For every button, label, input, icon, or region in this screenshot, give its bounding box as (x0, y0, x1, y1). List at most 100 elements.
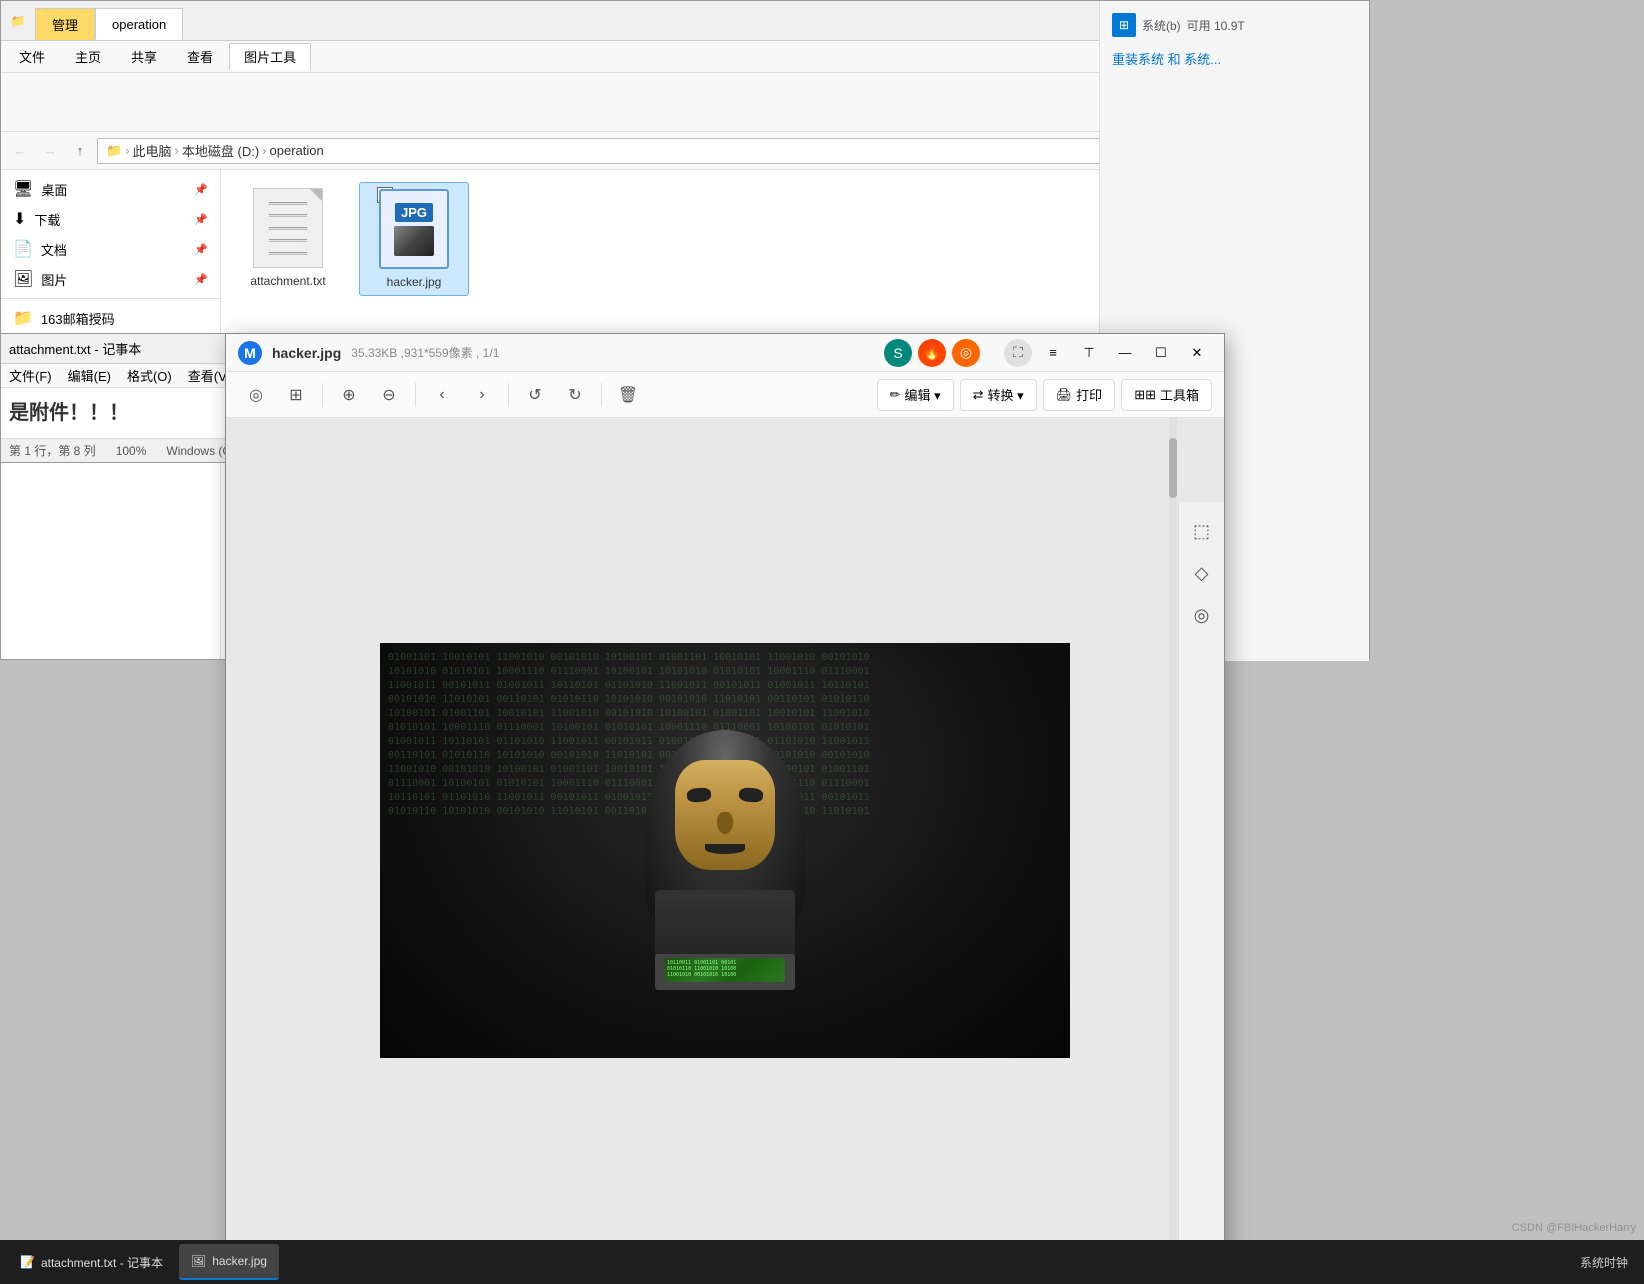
download-icon: ⬇ (13, 209, 26, 229)
menu-file[interactable]: 文件(F) (9, 366, 52, 385)
menu-edit[interactable]: 编辑(E) (68, 366, 111, 385)
toolbox-button[interactable]: ⊞⊞ 工具箱 (1121, 379, 1212, 411)
sidebar-item-163[interactable]: 📁 163邮箱授码 (1, 303, 220, 333)
print-button[interactable]: 🖨 打印 (1043, 379, 1116, 411)
laptop-base: 10110011 01001101 0010101010110 11001010… (655, 954, 795, 990)
viewer-fileinfo: 35.33KB ,931*559像素 , 1/1 (351, 344, 499, 361)
viewer-side-panel: ⬚ ◇ ◎ ▾ (1178, 502, 1224, 1282)
txt-icon-wrapper: ══════════════════════════════ (253, 188, 323, 268)
nose (717, 812, 733, 834)
rotate-left-btn[interactable]: ↺ (517, 377, 553, 413)
notepad-taskbar-icon: 📝 (20, 1255, 35, 1269)
cursor-position: 第 1 行，第 8 列 (9, 442, 96, 459)
mouth (705, 844, 745, 854)
zoom-level: 100% (116, 444, 147, 458)
right-eye (738, 787, 763, 803)
address-bar[interactable]: 📁 › 此电脑 › 本地磁盘 (D:) › operation ▾ (97, 138, 1149, 164)
taskbar: 📝 attachment.txt - 记事本 🖼 hacker.jpg 系统时钟 (0, 1240, 1644, 1284)
jpg-file-icon: JPG (379, 189, 449, 269)
zoom-out-btn[interactable]: ⊖ (371, 377, 407, 413)
rotate-right-btn[interactable]: ↻ (557, 377, 593, 413)
rotate-tool-btn[interactable]: ◎ (1185, 598, 1219, 632)
desktop-icon: 🖥 (13, 179, 33, 199)
scrollbar[interactable] (1169, 418, 1177, 1282)
nav-back[interactable]: ← (7, 138, 33, 164)
pin-icon-4: 📌 (194, 273, 208, 286)
tab-manage[interactable]: 管理 (35, 8, 95, 40)
tab-view[interactable]: 查看 (173, 43, 227, 71)
file-item-jpg[interactable]: ✓ JPG hacker.jpg (359, 182, 469, 296)
crop-tool-btn[interactable]: ⬚ (1185, 514, 1219, 548)
sidebar-item-pictures[interactable]: 🖼 图片 📌 (1, 264, 220, 294)
viewer-taskbar-icon: 🖼 (191, 1254, 206, 1268)
tab-share[interactable]: 共享 (117, 43, 171, 71)
viewer-minimize[interactable]: — (1110, 341, 1140, 365)
jpg-icon-wrapper: ✓ JPG (379, 189, 449, 269)
viewer-icon-teal[interactable]: S (884, 339, 912, 367)
toolbox-icon: ⊞⊞ (1134, 387, 1156, 403)
pin-icon-3: 📌 (194, 243, 208, 256)
jpg-file-name: hacker.jpg (387, 275, 442, 289)
nav-up[interactable]: ↑ (67, 138, 93, 164)
viewer-icon-orange[interactable]: ◎ (952, 339, 980, 367)
pin-icon: 📌 (194, 183, 208, 196)
viewer-icon-red[interactable]: 🔥 (918, 339, 946, 367)
file-item-txt[interactable]: ══════════════════════════════ attachmen… (233, 182, 343, 296)
print-icon: 🖨 (1056, 387, 1073, 403)
sidebar-item-download[interactable]: ⬇ 下载 📌 (1, 204, 220, 234)
tab-operation[interactable]: operation (95, 8, 183, 40)
address-icon: 📁 (106, 143, 122, 159)
toolbar-sep-4 (601, 383, 602, 407)
prev-btn[interactable]: ‹ (424, 377, 460, 413)
jpg-badge: JPG (395, 203, 433, 222)
taskbar-time: 系统时钟 (1580, 1254, 1628, 1271)
toolbar-sep-1 (322, 383, 323, 407)
toolbar-sep-3 (508, 383, 509, 407)
menu-format[interactable]: 格式(O) (127, 366, 172, 385)
viewer-title-controls: S 🔥 ◎ ⛶ ≡ ⊤ — ☐ ✕ (884, 339, 1212, 367)
viewer-menu-btn[interactable]: ≡ (1038, 341, 1068, 365)
next-btn[interactable]: › (464, 377, 500, 413)
viewer-close[interactable]: ✕ (1182, 341, 1212, 365)
pin-icon-2: 📌 (194, 213, 208, 226)
sidebar-item-desktop[interactable]: 🖥 桌面 📌 (1, 174, 220, 204)
sidebar-divider (1, 298, 220, 299)
hacker-image: 01001101 10010101 11001010 00101010 1010… (380, 643, 1070, 1058)
viewer-filename: hacker.jpg (272, 345, 341, 361)
address-pc: 此电脑 (133, 141, 172, 160)
jpg-preview (394, 226, 434, 256)
sidebar-item-documents[interactable]: 📄 文档 📌 (1, 234, 220, 264)
edit-icon: ✏ (890, 387, 901, 403)
nav-forward[interactable]: → (37, 138, 63, 164)
address-folder: operation (270, 143, 324, 158)
scroll-thumb[interactable] (1169, 438, 1177, 498)
folder-icon: 📁 (9, 12, 27, 30)
viewer-pin-btn[interactable]: ⊤ (1074, 341, 1104, 365)
viewer-title-bar: M hacker.jpg 35.33KB ,931*559像素 , 1/1 S … (226, 334, 1224, 372)
tab-file[interactable]: 文件 (5, 43, 59, 71)
txt-file-name: attachment.txt (250, 274, 325, 288)
folder-163-icon: 📁 (13, 308, 33, 328)
actual-size-btn[interactable]: ⊞ (278, 377, 314, 413)
taskbar-viewer[interactable]: 🖼 hacker.jpg (179, 1244, 279, 1280)
taskbar-right: 系统时钟 (1580, 1254, 1636, 1271)
viewer-image-area: 01001101 10010101 11001010 00101010 1010… (226, 418, 1224, 1282)
laptop-screen: 10110011 01001101 0010101010110 11001010… (665, 958, 785, 982)
hand-tool-btn[interactable]: ◎ (238, 377, 274, 413)
viewer-maximize[interactable]: ☐ (1146, 341, 1176, 365)
address-drive: 本地磁盘 (D:) (182, 141, 259, 160)
tab-picture-tools[interactable]: 图片工具 (229, 43, 311, 71)
edit-button[interactable]: ✏ 编辑 ▾ (877, 379, 954, 411)
tab-home[interactable]: 主页 (61, 43, 115, 71)
viewer-app-icon: M (238, 341, 262, 365)
title-bar-tabs: 管理 operation (35, 1, 1223, 40)
zoom-in-btn[interactable]: ⊕ (331, 377, 367, 413)
fullscreen-btn[interactable]: ⛶ (1004, 339, 1032, 367)
taskbar-notepad[interactable]: 📝 attachment.txt - 记事本 (8, 1244, 175, 1280)
convert-button[interactable]: ⇄ 转换 ▾ (960, 379, 1037, 411)
watermark: CSDN @FBIHackerHarry (1512, 1222, 1636, 1234)
select-tool-btn[interactable]: ◇ (1185, 556, 1219, 590)
convert-icon: ⇄ (973, 387, 984, 403)
delete-btn[interactable]: 🗑 (610, 377, 646, 413)
viewer-toolbar: ◎ ⊞ ⊕ ⊖ ‹ › ↺ ↻ 🗑 ✏ 编辑 ▾ ⇄ 转换 ▾ 🖨 打印 (226, 372, 1224, 418)
